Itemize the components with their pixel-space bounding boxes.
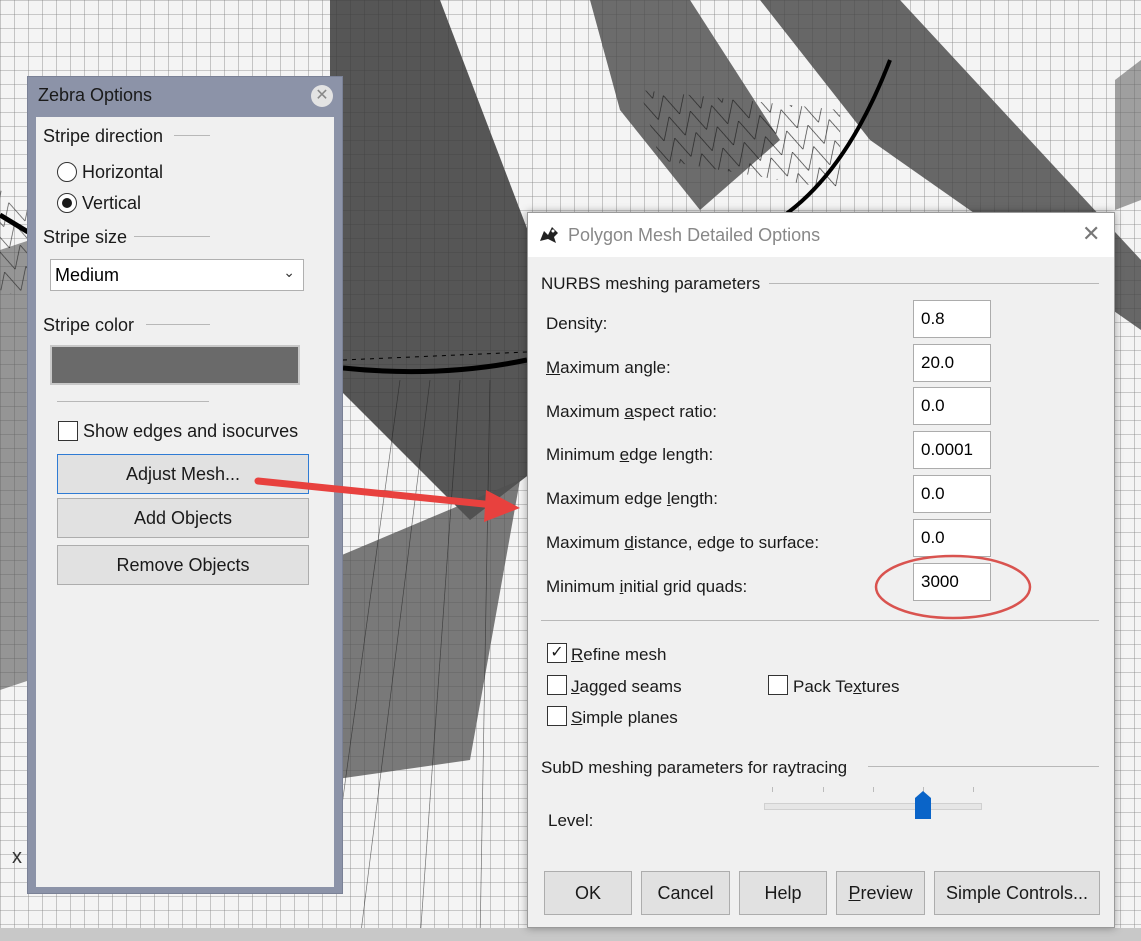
close-icon[interactable]: ✕: [311, 85, 333, 107]
divider: [57, 401, 209, 402]
level-slider-track[interactable]: [764, 803, 982, 810]
simple-controls-button[interactable]: Simple Controls...: [934, 871, 1100, 915]
close-icon[interactable]: ✕: [1082, 221, 1100, 247]
jagged-seams-label: Jagged seams: [571, 677, 682, 696]
min-edge-length-label: Minimum edge length:: [546, 445, 714, 464]
min-grid-quads-label: Minimum initial grid quads:: [546, 577, 748, 596]
ok-button[interactable]: OK: [544, 871, 632, 915]
max-edge-length-label: Maximum edge length:: [546, 489, 718, 508]
help-button[interactable]: Help: [739, 871, 827, 915]
zebra-options-panel: Zebra Options ✕ Stripe direction Horizon…: [27, 76, 343, 894]
max-distance-label: Maximum distance, edge to surface:: [546, 533, 820, 552]
dialog-titlebar: Polygon Mesh Detailed Options ✕: [528, 213, 1114, 257]
slider-tick: [823, 787, 824, 792]
density-input[interactable]: 0.8: [913, 300, 991, 338]
divider: [868, 766, 1099, 767]
polygon-mesh-dialog: Polygon Mesh Detailed Options ✕ NURBS me…: [527, 212, 1115, 928]
max-distance-input[interactable]: 0.0: [913, 519, 991, 557]
stripe-size-value: Medium: [55, 265, 120, 285]
axis-label: x: [12, 846, 22, 868]
pack-textures-checkbox[interactable]: [768, 675, 788, 695]
slider-tick: [973, 787, 974, 792]
rhino-app-icon: [538, 223, 560, 245]
jagged-seams-checkbox[interactable]: [547, 675, 567, 695]
min-edge-length-input[interactable]: 0.0001: [913, 431, 991, 469]
refine-mesh-checkbox[interactable]: ✓: [547, 643, 567, 663]
divider: [146, 324, 210, 325]
stripe-size-select[interactable]: Medium ⌄: [50, 259, 304, 291]
adjust-mesh-button[interactable]: Adjust Mesh...: [57, 454, 309, 494]
remove-objects-button[interactable]: Remove Objects: [57, 545, 309, 585]
preview-button[interactable]: Preview: [836, 871, 925, 915]
cancel-button[interactable]: Cancel: [641, 871, 730, 915]
stripe-color-swatch[interactable]: [50, 345, 300, 385]
add-objects-button[interactable]: Add Objects: [57, 498, 309, 538]
min-grid-quads-input[interactable]: 3000: [913, 563, 991, 601]
panel-title: Zebra Options: [38, 85, 153, 105]
radio-horizontal-label: Horizontal: [82, 162, 164, 182]
max-edge-length-input[interactable]: 0.0: [913, 475, 991, 513]
divider: [541, 620, 1099, 621]
pack-textures-label: Pack Textures: [793, 677, 900, 696]
stripe-size-label: Stripe size: [43, 227, 128, 247]
radio-vertical[interactable]: [57, 193, 77, 213]
simple-planes-label: Simple planes: [571, 708, 678, 727]
divider: [174, 135, 210, 136]
nurbs-section-title: NURBS meshing parameters: [541, 274, 761, 293]
dialog-title: Polygon Mesh Detailed Options: [568, 225, 821, 245]
max-aspect-ratio-input[interactable]: 0.0: [913, 387, 991, 425]
slider-tick: [873, 787, 874, 792]
panel-body: Stripe direction Horizontal Vertical Str…: [36, 117, 334, 887]
refine-mesh-label: Refine mesh: [571, 645, 667, 664]
radio-horizontal[interactable]: [57, 162, 77, 182]
simple-planes-checkbox[interactable]: [547, 706, 567, 726]
level-label: Level:: [548, 811, 594, 830]
slider-tick: [772, 787, 773, 792]
max-angle-input[interactable]: 20.0: [913, 344, 991, 382]
radio-vertical-label: Vertical: [82, 193, 142, 213]
divider: [769, 283, 1099, 284]
level-slider-thumb[interactable]: [915, 791, 932, 819]
stripe-direction-label: Stripe direction: [43, 126, 164, 146]
divider: [134, 236, 210, 237]
max-angle-label: Maximum angle:: [546, 358, 671, 377]
show-edges-checkbox[interactable]: [58, 421, 78, 441]
max-aspect-ratio-label: Maximum aspect ratio:: [546, 402, 718, 421]
stripe-color-label: Stripe color: [43, 315, 135, 335]
show-edges-label: Show edges and isocurves: [83, 421, 299, 441]
subd-section-title: SubD meshing parameters for raytracing: [541, 758, 848, 777]
density-label: Density:: [546, 314, 608, 333]
radio-selected-dot: [62, 198, 72, 208]
chevron-down-icon: ⌄: [283, 264, 295, 280]
